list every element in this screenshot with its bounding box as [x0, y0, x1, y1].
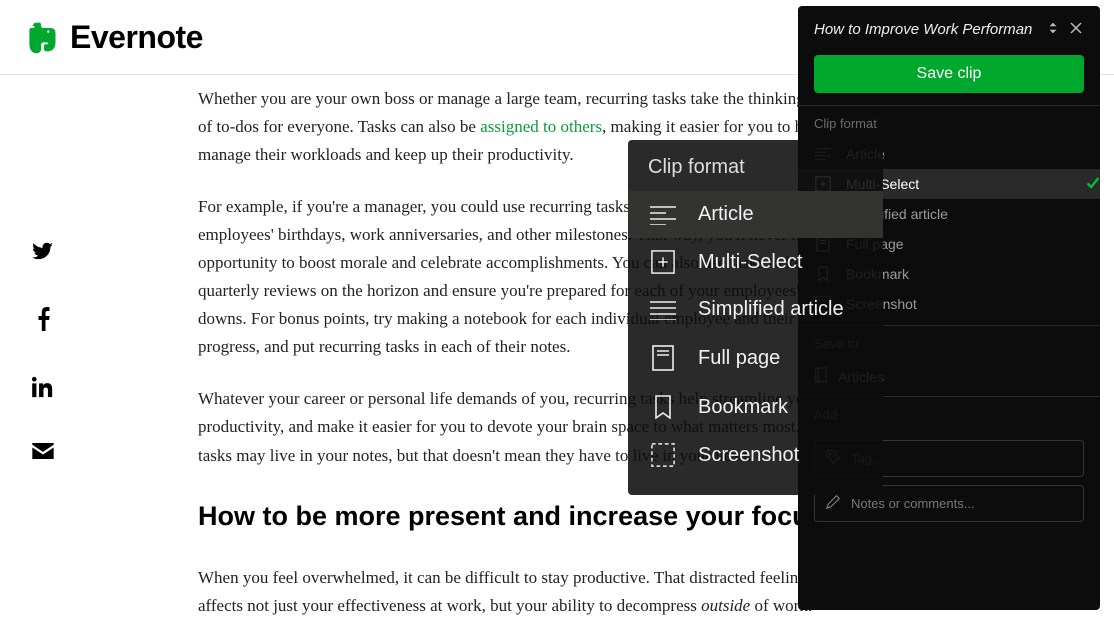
section-title: Clip format [814, 116, 1084, 131]
close-icon[interactable] [1068, 20, 1084, 39]
popover-item-multi-select[interactable]: Multi-Select [628, 238, 883, 286]
popover-title: Clip format [628, 156, 883, 191]
pencil-icon [825, 494, 841, 513]
email-icon[interactable] [32, 443, 54, 464]
save-clip-button[interactable]: Save clip [814, 55, 1084, 93]
multi-select-icon [648, 250, 678, 274]
popover-label: Bookmark [698, 396, 788, 419]
brand-logo[interactable]: Evernote [24, 19, 203, 56]
popover-label: Simplified article [698, 298, 844, 321]
linkedin-icon[interactable] [32, 376, 54, 403]
text-emphasis: outside [701, 596, 750, 615]
popover-item-bookmark[interactable]: Bookmark [628, 383, 883, 431]
popover-item-screenshot[interactable]: Screenshot [628, 431, 883, 479]
bookmark-icon [648, 395, 678, 419]
screenshot-icon [648, 443, 678, 467]
popover-label: Full page [698, 347, 780, 370]
simplified-lines-icon [648, 300, 678, 320]
evernote-elephant-icon [24, 19, 60, 55]
popover-item-article[interactable]: Article [628, 191, 883, 238]
clip-format-popover: Clip format Article Multi-Select Simplif… [628, 140, 883, 495]
twitter-icon[interactable] [32, 240, 54, 267]
section-heading: How to be more present and increase your… [198, 494, 848, 539]
clipper-header: How to Improve Work Performan [798, 6, 1100, 47]
brand-name: Evernote [70, 19, 203, 56]
popover-label: Multi-Select [698, 251, 802, 274]
facebook-icon[interactable] [37, 307, 50, 336]
article-lines-icon [648, 205, 678, 225]
placeholder-text: Notes or comments... [851, 496, 975, 511]
assigned-to-others-link[interactable]: assigned to others [480, 117, 602, 136]
popover-item-simplified[interactable]: Simplified article [628, 286, 883, 333]
page-icon [648, 345, 678, 371]
popover-item-full-page[interactable]: Full page [628, 333, 883, 383]
popover-label: Screenshot [698, 444, 799, 467]
paragraph: When you feel overwhelmed, it can be dif… [198, 564, 848, 620]
social-share-rail [32, 240, 54, 464]
sort-icon[interactable] [1046, 21, 1060, 38]
popover-label: Article [698, 203, 754, 226]
check-icon [1084, 174, 1100, 195]
clip-title[interactable]: How to Improve Work Performan [814, 21, 1038, 38]
